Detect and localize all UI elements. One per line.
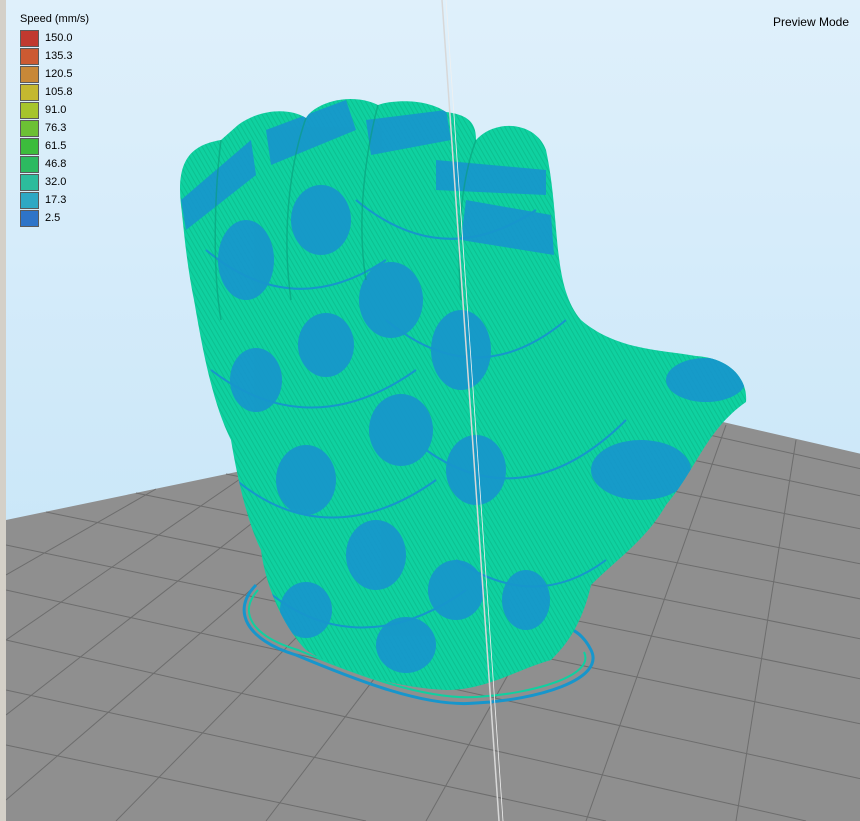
- legend-swatch: [20, 65, 39, 83]
- legend-label: 46.8: [45, 158, 67, 170]
- preview-mode-label: Preview Mode: [772, 15, 849, 29]
- legend-row: 91.0: [20, 101, 89, 119]
- legend-swatch: [20, 119, 39, 137]
- 3d-scene[interactable]: [6, 0, 860, 821]
- legend-row: 2.5: [20, 209, 89, 227]
- legend-label: 91.0: [45, 104, 67, 116]
- legend-row: 17.3: [20, 191, 89, 209]
- legend-row: 61.5: [20, 137, 89, 155]
- legend-swatch: [20, 191, 39, 209]
- legend-row: 120.5: [20, 65, 89, 83]
- speed-legend: Speed (mm/s) 150.0 135.3 120.5 105.8 91.0 76.…: [20, 13, 89, 227]
- legend-row: 150.0: [20, 29, 89, 47]
- legend-row: 135.3: [20, 47, 89, 65]
- legend-row: 105.8: [20, 83, 89, 101]
- legend-swatch: [20, 173, 39, 191]
- legend-label: 150.0: [45, 32, 73, 44]
- legend-label: 76.3: [45, 122, 67, 134]
- legend-row: 32.0: [20, 173, 89, 191]
- legend-swatch: [20, 101, 39, 119]
- legend-swatch: [20, 209, 39, 227]
- legend-row: 46.8: [20, 155, 89, 173]
- legend-row: 76.3: [20, 119, 89, 137]
- legend-swatch: [20, 137, 39, 155]
- legend-swatch: [20, 155, 39, 173]
- legend-label: 32.0: [45, 176, 67, 188]
- legend-label: 105.8: [45, 86, 73, 98]
- legend-label: 17.3: [45, 194, 67, 206]
- legend-swatch: [20, 47, 39, 65]
- legend-swatch: [20, 83, 39, 101]
- legend-title: Speed (mm/s): [20, 13, 90, 25]
- legend-label: 61.5: [45, 140, 67, 152]
- 3d-preview-viewport[interactable]: Speed (mm/s) 150.0 135.3 120.5 105.8 91.0 76.…: [0, 0, 860, 821]
- legend-label: 135.3: [45, 50, 73, 62]
- legend-label: 2.5: [45, 212, 61, 224]
- legend-label: 120.5: [45, 68, 73, 80]
- legend-swatch: [20, 29, 39, 47]
